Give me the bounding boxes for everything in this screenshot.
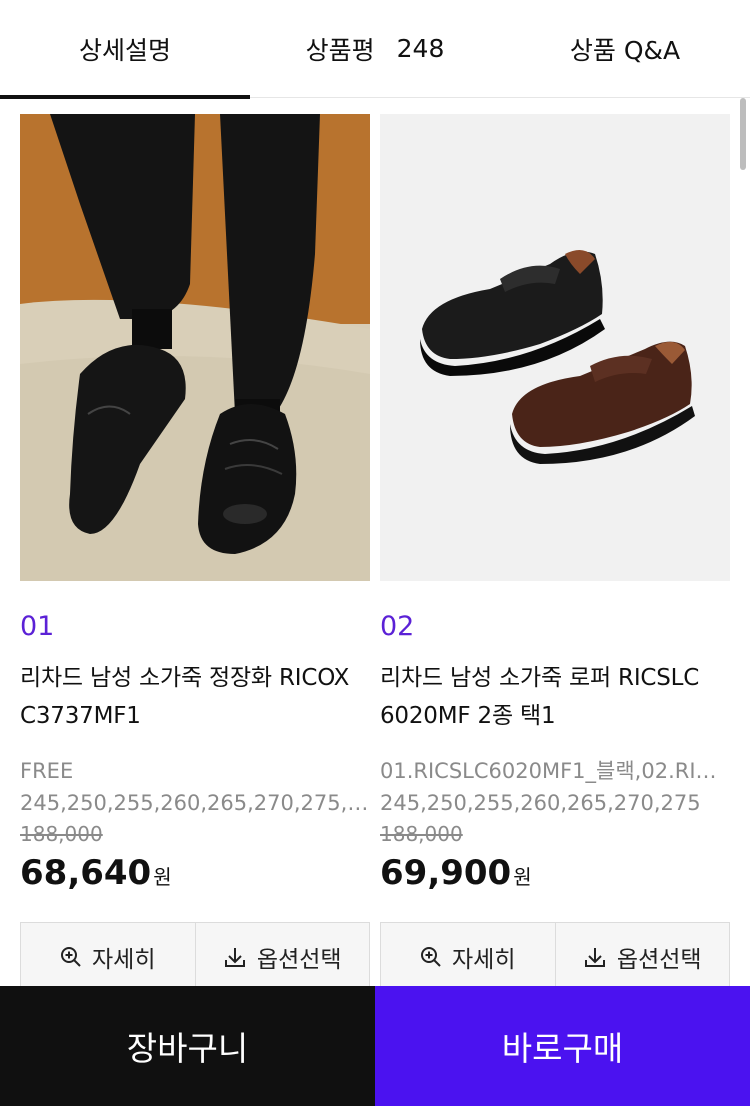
option-select-label: 옵션선택 (256, 947, 342, 973)
sale-price-value: 69,900 (380, 853, 512, 893)
tab-detail-label: 상세설명 (78, 35, 171, 65)
original-price: 188,000 (380, 822, 463, 846)
detail-button[interactable]: 자세히 (381, 923, 555, 991)
detail-button[interactable]: 자세히 (21, 923, 195, 991)
cart-button-label: 장바구니 (126, 1029, 249, 1068)
option-select-button[interactable]: 옵션선택 (194, 923, 370, 991)
cart-button[interactable]: 장바구니 (0, 986, 375, 1106)
product-option-1: 01.RICSLC6020MF1_블랙,02.RICSLC6020MF2_브라운 (380, 759, 730, 783)
tab-reviews[interactable]: 상품평 248 (250, 0, 500, 97)
product-image-loafers[interactable] (380, 114, 730, 581)
review-count: 248 (396, 34, 445, 63)
download-icon (584, 948, 605, 967)
product-title[interactable]: 리차드 남성 소가죽 정장화 RICOX C3737MF1 (20, 659, 370, 735)
currency: 원 (513, 865, 532, 889)
product-card[interactable]: 01 리차드 남성 소가죽 정장화 RICOX C3737MF1 FREE 24… (20, 114, 370, 899)
product-option-2: 245,250,255,260,265,270,275,280 (20, 791, 370, 815)
scrollbar[interactable] (740, 98, 746, 170)
product-option-2: 245,250,255,260,265,270,275 (380, 791, 701, 815)
tab-qna[interactable]: 상품 Q&A (500, 0, 750, 97)
product-number: 01 (20, 611, 55, 642)
option-select-label: 옵션선택 (616, 947, 702, 973)
sale-price: 69,900 원 (380, 851, 730, 899)
product-option-1: FREE (20, 759, 74, 783)
buy-now-label: 바로구매 (501, 1029, 624, 1068)
tab-bar: 상세설명 상품평 248 상품 Q&A (0, 0, 750, 99)
tab-qna-label: 상품 Q&A (569, 35, 681, 65)
card-button-row: 자세히 옵션선택 (380, 922, 730, 992)
sale-price-value: 68,640 (20, 853, 152, 893)
detail-button-label: 자세히 (92, 947, 156, 973)
detail-button-label: 자세히 (452, 947, 516, 973)
product-number: 02 (380, 611, 415, 642)
download-icon (224, 948, 245, 967)
zoom-in-icon (421, 947, 441, 967)
original-price: 188,000 (20, 822, 103, 846)
tab-detail[interactable]: 상세설명 (0, 0, 250, 99)
product-title[interactable]: 리차드 남성 소가죽 로퍼 RICSLC 6020MF 2종 택1 (380, 659, 730, 735)
currency: 원 (153, 865, 172, 889)
product-image-dress-shoes[interactable] (20, 114, 370, 581)
option-select-button[interactable]: 옵션선택 (554, 923, 730, 991)
buy-now-button[interactable]: 바로구매 (375, 986, 750, 1106)
zoom-in-icon (61, 947, 81, 967)
card-button-row: 자세히 옵션선택 (20, 922, 370, 992)
bottom-action-bar: 장바구니 바로구매 (0, 986, 750, 1106)
product-card[interactable]: 02 리차드 남성 소가죽 로퍼 RICSLC 6020MF 2종 택1 01.… (380, 114, 730, 899)
sale-price: 68,640 원 (20, 851, 370, 899)
tab-reviews-label: 상품평 (305, 35, 375, 65)
